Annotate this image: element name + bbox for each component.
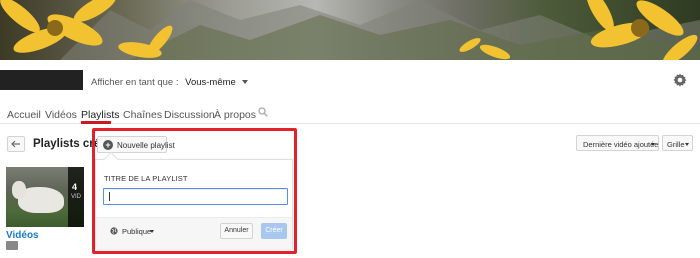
playlist-title-input[interactable] [103,188,288,205]
banner-art [0,0,700,60]
playlist-title-link[interactable]: Vidéos [6,230,39,241]
view-as-selector[interactable]: Afficher en tant que : Vous-même [91,77,249,88]
view-mode-dropdown[interactable]: Grille [662,135,693,151]
back-button[interactable] [7,136,25,152]
sort-dropdown[interactable]: Dernière vidéo ajoutée [576,135,659,151]
view-as-value: Vous-même [185,77,236,88]
sort-label: Dernière vidéo ajoutée [583,139,659,149]
privacy-label: Publique [122,227,152,236]
tab-videos[interactable]: Vidéos [45,109,77,121]
tab-discussion[interactable]: Discussion [164,109,215,121]
channel-banner [0,0,700,60]
view-mode-label: Grille [667,139,685,149]
chevron-down-icon [150,230,154,233]
view-as-label: Afficher en tant que : [91,77,179,88]
playlist-video-count: 4 [72,182,78,192]
search-icon[interactable] [258,107,268,117]
create-button[interactable]: Créer [261,223,287,239]
playlist-count-caption: VID [71,194,82,200]
tab-about[interactable]: À propos [214,109,256,121]
tab-home[interactable]: Accueil [7,109,41,121]
chevron-down-icon [651,142,655,146]
text-cursor [109,192,110,201]
channel-name-redacted [0,70,83,90]
chevron-down-icon [685,142,689,146]
playlist-title-label: TITRE DE LA PLAYLIST [104,174,188,183]
gear-icon[interactable] [673,73,687,87]
playlist-thumbnail[interactable]: 4 VID [6,167,84,227]
new-playlist-popup: TITRE DE LA PLAYLIST Publique Annuler Cr… [95,151,293,249]
chevron-down-icon [242,80,249,85]
thumbnail-subject-head [12,181,26,199]
active-tab-indicator [81,121,111,124]
channel-header: Afficher en tant que : Vous-même [0,60,700,100]
tab-playlists[interactable]: Playlists [81,109,120,121]
tab-channels[interactable]: Chaînes [123,109,162,121]
lock-icon [6,241,18,250]
globe-icon [110,227,118,235]
back-arrow-icon [11,140,20,148]
cancel-button[interactable]: Annuler [220,223,253,239]
